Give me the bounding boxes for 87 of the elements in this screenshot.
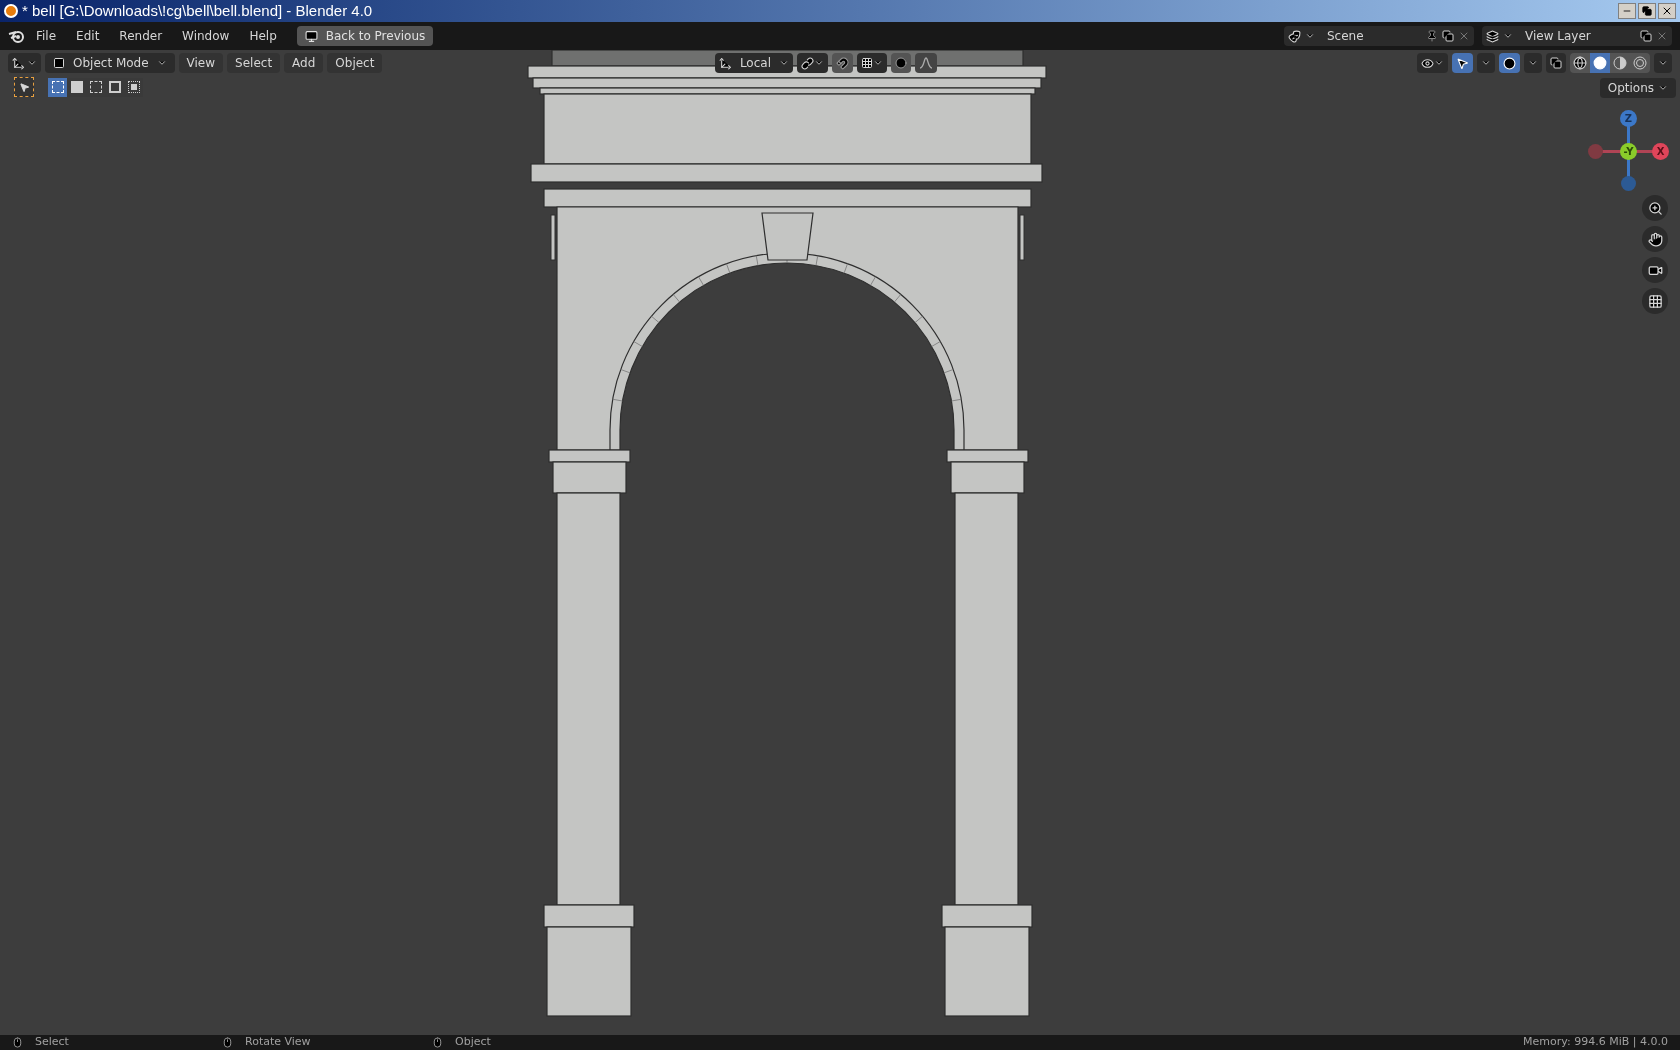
header-menu-item[interactable]: Add bbox=[284, 53, 324, 73]
chevron-down-icon bbox=[814, 58, 824, 68]
status-hint: Rotate View bbox=[245, 1034, 311, 1050]
magnet-icon bbox=[836, 56, 849, 70]
chevron-down-icon bbox=[1528, 58, 1538, 68]
proportional-toggle[interactable] bbox=[891, 53, 911, 73]
circle-icon bbox=[895, 57, 907, 69]
chevron-down-icon bbox=[1658, 83, 1668, 93]
outlined-square-icon bbox=[108, 81, 121, 93]
options-dropdown[interactable]: Options bbox=[1599, 78, 1676, 98]
snap-target-dropdown[interactable] bbox=[857, 53, 887, 73]
cursor-icon bbox=[18, 81, 30, 93]
chevron-down-icon bbox=[873, 58, 883, 68]
chevron-down-icon bbox=[779, 58, 789, 68]
wireframe-sphere-icon bbox=[1573, 56, 1587, 70]
mouse-icon bbox=[432, 1037, 443, 1048]
header-menu-item[interactable]: View bbox=[178, 53, 224, 73]
chevron-down-icon bbox=[1503, 31, 1513, 41]
mode-dropdown[interactable]: Object Mode bbox=[45, 53, 175, 73]
grid-icon bbox=[861, 57, 873, 69]
shading-button[interactable] bbox=[1570, 53, 1590, 73]
menu-item[interactable]: Help bbox=[241, 25, 285, 47]
restore-icon bbox=[1642, 6, 1652, 16]
overlay-toggle[interactable] bbox=[1499, 53, 1520, 73]
blender-logo-icon[interactable] bbox=[8, 29, 24, 43]
gizmo-toggle[interactable] bbox=[1452, 53, 1473, 73]
back-to-previous-button[interactable]: Back to Previous bbox=[296, 26, 434, 46]
solid-sphere-icon bbox=[1593, 56, 1607, 70]
blender-logo-icon bbox=[4, 4, 18, 18]
chevron-down-icon bbox=[156, 58, 167, 68]
ring-sphere-icon bbox=[1633, 56, 1647, 70]
status-hint: Select bbox=[35, 1034, 69, 1050]
chevron-down-icon bbox=[1658, 58, 1668, 68]
eye-icon bbox=[1421, 56, 1434, 70]
window-title: * bell [G:\Downloads\!cg\bell\bell.blend] - Blender 4.0 bbox=[22, 0, 373, 21]
zoom-in-icon bbox=[1647, 200, 1663, 216]
dashed-square-icon bbox=[89, 81, 102, 93]
layers-icon bbox=[1486, 29, 1499, 43]
pivot-dropdown[interactable] bbox=[797, 53, 828, 73]
pin-icon bbox=[1426, 30, 1438, 42]
navigation-gizmo[interactable]: Z -Y X bbox=[1584, 110, 1674, 192]
mouse-icon bbox=[222, 1037, 233, 1048]
orientation-dropdown[interactable]: Local bbox=[715, 53, 793, 73]
chevron-down-icon bbox=[1305, 31, 1315, 41]
menu-item[interactable]: Window bbox=[174, 25, 238, 47]
perspective-button[interactable] bbox=[1642, 288, 1668, 314]
memory-status: Memory: 994.6 MiB | 4.0.0 bbox=[1523, 1034, 1668, 1050]
link-icon bbox=[801, 56, 814, 70]
chevron-down-icon bbox=[1481, 58, 1491, 68]
xray-toggle[interactable] bbox=[1546, 53, 1566, 73]
falloff-curve-icon bbox=[919, 57, 933, 69]
select-tool-button[interactable] bbox=[14, 77, 34, 97]
dashed-square-icon bbox=[51, 81, 64, 93]
snap-toggle[interactable] bbox=[832, 53, 853, 73]
visibility-dropdown[interactable] bbox=[1417, 53, 1448, 73]
zoom-button[interactable] bbox=[1642, 195, 1668, 221]
duplicate-icon bbox=[1640, 30, 1652, 42]
close-icon bbox=[1656, 30, 1668, 42]
close-icon bbox=[1458, 30, 1470, 42]
header-menu-item[interactable]: Select bbox=[227, 53, 281, 73]
editor-type-button[interactable] bbox=[8, 53, 41, 73]
camera-button[interactable] bbox=[1642, 257, 1668, 283]
monitor-icon bbox=[304, 29, 318, 43]
menu-item[interactable]: Edit bbox=[68, 25, 108, 47]
grid-icon bbox=[1647, 293, 1663, 309]
square-icon bbox=[53, 57, 65, 69]
falloff-dropdown[interactable] bbox=[915, 53, 937, 73]
menu-item[interactable]: File bbox=[28, 25, 65, 47]
menu-item[interactable]: Render bbox=[111, 25, 171, 47]
select-mode-button[interactable] bbox=[48, 77, 67, 97]
header-menu-item[interactable]: Object bbox=[327, 53, 383, 73]
square-in-square-icon bbox=[127, 81, 140, 93]
pan-button[interactable] bbox=[1642, 226, 1668, 252]
chevron-down-icon bbox=[1434, 58, 1444, 68]
restore-button[interactable] bbox=[1638, 3, 1656, 19]
arrow-icon bbox=[1456, 56, 1469, 70]
status-hint: Object bbox=[455, 1034, 491, 1050]
mouse-icon bbox=[12, 1037, 23, 1048]
chevron-down-icon bbox=[27, 58, 37, 68]
duplicate-icon bbox=[1442, 30, 1454, 42]
filled-square-icon bbox=[70, 81, 83, 93]
axes-icon bbox=[12, 56, 25, 70]
close-button[interactable] bbox=[1658, 3, 1676, 19]
hand-icon bbox=[1647, 231, 1663, 247]
close-icon bbox=[1661, 5, 1673, 17]
half-shaded-sphere-icon bbox=[1613, 56, 1627, 70]
axes-icon bbox=[719, 56, 732, 70]
